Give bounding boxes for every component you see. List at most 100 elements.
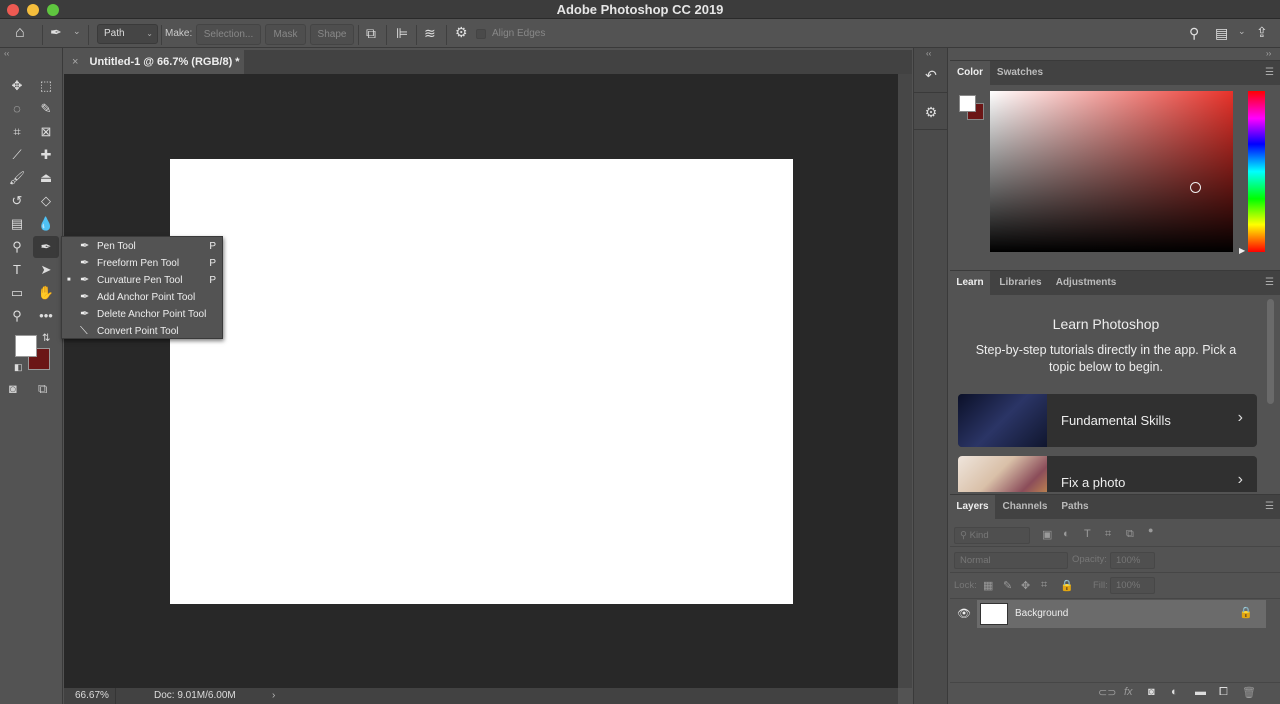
- type-layer-filter-icon[interactable]: T: [1084, 528, 1091, 540]
- quick-selection-tool[interactable]: ✎: [35, 99, 57, 119]
- align-edges-checkbox[interactable]: [476, 29, 486, 39]
- default-colors-icon[interactable]: ◧: [14, 362, 23, 373]
- layer-visibility-eye-icon[interactable]: 👁: [957, 607, 971, 620]
- marquee-tool[interactable]: ⬚: [35, 76, 57, 96]
- delete-layer-trash-icon[interactable]: 🗑: [1242, 686, 1256, 699]
- chevron-down-icon[interactable]: ⌄: [1238, 26, 1246, 37]
- flyout-item[interactable]: ✒ Delete Anchor Point Tool: [62, 306, 222, 323]
- path-alignment-icon[interactable]: ⊫: [396, 25, 408, 42]
- foreground-color-swatch[interactable]: [15, 335, 37, 357]
- tab-layers[interactable]: Layers: [950, 495, 995, 519]
- flyout-item[interactable]: ✒ Pen Tool P: [62, 238, 222, 255]
- brush-tool[interactable]: 🖌: [6, 168, 28, 188]
- hue-slider-handle[interactable]: ▶: [1239, 246, 1245, 255]
- eraser-tool[interactable]: ◇: [35, 191, 57, 211]
- zoom-tool[interactable]: ⚲: [6, 306, 28, 326]
- flyout-item[interactable]: ■ ✒ Curvature Pen Tool P: [62, 272, 222, 289]
- chevron-down-icon[interactable]: ⌄: [73, 26, 81, 37]
- clone-stamp-tool[interactable]: ⏏: [35, 168, 57, 188]
- more-tools[interactable]: •••: [35, 306, 57, 326]
- vertical-scrollbar[interactable]: [898, 74, 912, 688]
- learn-card-fundamental-skills[interactable]: Fundamental Skills ›: [958, 394, 1257, 447]
- gear-icon[interactable]: ⚙: [455, 24, 468, 41]
- close-tab-icon[interactable]: ×: [72, 56, 78, 68]
- new-adjustment-layer-icon[interactable]: ◐: [1171, 686, 1178, 698]
- collapse-icon[interactable]: ‹‹: [4, 49, 9, 58]
- tab-channels[interactable]: Channels: [997, 495, 1053, 519]
- link-layers-icon[interactable]: ⊂⊃: [1098, 686, 1116, 699]
- flyout-item[interactable]: ✒ Freeform Pen Tool P: [62, 255, 222, 272]
- crop-tool[interactable]: ⌗: [6, 122, 28, 142]
- make-selection-button[interactable]: Selection...: [196, 24, 261, 45]
- history-brush-tool[interactable]: ↺: [6, 191, 28, 211]
- zoom-level[interactable]: 66.67%: [75, 690, 109, 701]
- blend-mode-select[interactable]: Normal: [954, 552, 1068, 569]
- document-tab[interactable]: × Untitled-1 @ 66.7% (RGB/8) *: [64, 50, 244, 74]
- learn-scrollbar[interactable]: [1267, 299, 1274, 404]
- new-group-folder-icon[interactable]: ▬: [1195, 686, 1206, 698]
- move-tool[interactable]: ✥: [6, 76, 28, 96]
- shape-layer-filter-icon[interactable]: ⌗: [1105, 528, 1111, 541]
- dodge-tool[interactable]: ⚲: [6, 237, 28, 257]
- pen-tool[interactable]: ✒: [35, 237, 57, 257]
- panel-menu-icon[interactable]: ☰: [1265, 501, 1274, 512]
- color-foreground-swatch[interactable]: [959, 95, 976, 112]
- panel-menu-icon[interactable]: ☰: [1265, 277, 1274, 288]
- make-mask-button[interactable]: Mask: [265, 24, 306, 45]
- panel-menu-icon[interactable]: ☰: [1265, 67, 1274, 78]
- pixel-layer-filter-icon[interactable]: ▣: [1042, 528, 1052, 541]
- adjustment-layer-filter-icon[interactable]: ◐: [1063, 528, 1070, 540]
- learn-card-fix-a-photo[interactable]: Fix a photo ›: [958, 456, 1257, 492]
- layer-filter-kind-select[interactable]: ⚲ Kind: [954, 527, 1030, 544]
- tab-adjustments[interactable]: Adjustments: [1049, 271, 1123, 295]
- search-icon[interactable]: ⚲: [1189, 25, 1199, 42]
- frame-tool[interactable]: ⊠: [35, 122, 57, 142]
- tab-libraries[interactable]: Libraries: [992, 271, 1049, 295]
- lock-position-icon[interactable]: ✥: [1021, 579, 1030, 592]
- lock-transparency-icon[interactable]: ▦: [983, 579, 993, 592]
- lock-all-icon[interactable]: 🔒: [1060, 579, 1074, 592]
- expand-panels-icon[interactable]: ››: [1266, 49, 1271, 58]
- gradient-tool[interactable]: ▤: [6, 214, 28, 234]
- tab-swatches[interactable]: Swatches: [990, 61, 1050, 85]
- layer-name[interactable]: Background: [1015, 608, 1068, 619]
- opacity-field[interactable]: 100%: [1110, 552, 1155, 569]
- tool-preset-pen-icon[interactable]: ✒: [50, 24, 62, 41]
- tab-paths[interactable]: Paths: [1054, 495, 1096, 519]
- layer-row-background[interactable]: Background 🔒: [977, 600, 1266, 628]
- history-panel-icon[interactable]: ↶: [914, 58, 948, 93]
- new-layer-icon[interactable]: ⧠: [1219, 686, 1228, 699]
- swap-colors-icon[interactable]: ⇅: [42, 333, 50, 344]
- make-shape-button[interactable]: Shape: [310, 24, 354, 45]
- quick-mask-icon[interactable]: ◙: [9, 381, 17, 396]
- status-menu-arrow-icon[interactable]: ›: [272, 690, 275, 701]
- flyout-item[interactable]: ✒ Add Anchor Point Tool: [62, 289, 222, 306]
- color-picker-cursor[interactable]: [1190, 182, 1201, 193]
- type-tool[interactable]: T: [6, 260, 28, 280]
- rectangle-tool[interactable]: ▭: [6, 283, 28, 303]
- tab-learn[interactable]: Learn: [950, 271, 990, 295]
- path-arrangement-icon[interactable]: ≋: [424, 25, 436, 42]
- tab-color[interactable]: Color: [950, 61, 990, 85]
- flyout-item[interactable]: ⟍ Convert Point Tool: [62, 323, 222, 340]
- lasso-tool[interactable]: ◌: [6, 99, 28, 119]
- blur-tool[interactable]: 💧: [35, 214, 57, 234]
- home-icon[interactable]: ⌂: [15, 24, 25, 42]
- eyedropper-tool[interactable]: ⟋: [6, 145, 28, 165]
- fill-field[interactable]: 100%: [1110, 577, 1155, 594]
- properties-panel-icon[interactable]: ⚙: [914, 94, 948, 130]
- screen-mode-icon[interactable]: ⧉: [38, 381, 47, 397]
- path-mode-select[interactable]: Path ⌄: [97, 24, 158, 44]
- workspace-icon[interactable]: ▤: [1215, 25, 1228, 42]
- lock-image-pixels-icon[interactable]: ✎: [1003, 579, 1012, 592]
- color-field[interactable]: [990, 91, 1233, 252]
- hand-tool[interactable]: ✋: [35, 283, 57, 303]
- hue-slider[interactable]: [1248, 91, 1265, 252]
- share-icon[interactable]: ⇪: [1256, 24, 1268, 41]
- lock-artboard-icon[interactable]: ⌗: [1041, 579, 1047, 592]
- smart-object-filter-icon[interactable]: ⧉: [1126, 528, 1134, 541]
- layer-style-fx-icon[interactable]: fx: [1124, 686, 1133, 698]
- path-operations-icon[interactable]: ⧉: [366, 25, 376, 42]
- add-mask-icon[interactable]: ◙: [1148, 686, 1155, 698]
- collapse-icon[interactable]: ‹‹: [926, 49, 931, 58]
